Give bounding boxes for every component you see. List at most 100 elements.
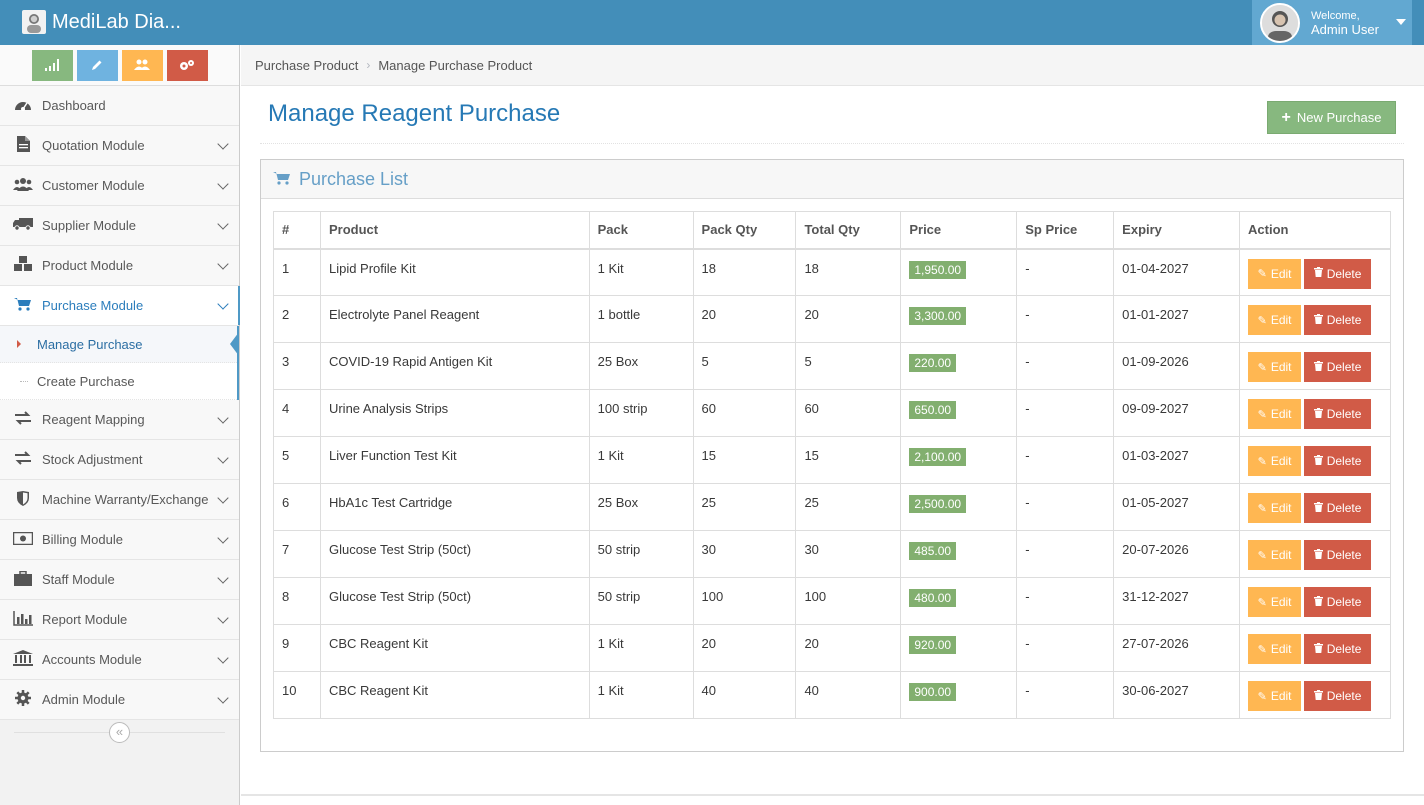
total-qty-cell: 30 xyxy=(795,530,902,578)
page-title: Manage Reagent Purchase xyxy=(268,100,561,127)
action-cell: ✎ Edit Delete xyxy=(1239,295,1391,343)
avatar xyxy=(1260,2,1300,43)
sidebar-item-supplier[interactable]: Supplier Module xyxy=(0,206,239,246)
tree-connector xyxy=(20,381,28,382)
edit-button[interactable]: ✎ Edit xyxy=(1248,352,1302,382)
column-header[interactable]: Expiry xyxy=(1113,211,1241,250)
delete-button[interactable]: Delete xyxy=(1304,587,1372,617)
row-number: 1 xyxy=(282,260,290,276)
sidebar-item-purchase[interactable]: Purchase Module xyxy=(0,286,240,326)
edit-button[interactable]: ✎ Edit xyxy=(1248,305,1302,335)
edit-button[interactable]: ✎ Edit xyxy=(1248,540,1302,570)
pack: 25 Box xyxy=(597,495,639,510)
delete-button[interactable]: Delete xyxy=(1304,352,1372,382)
edit-button[interactable]: ✎ Edit xyxy=(1248,587,1302,617)
edit-button[interactable]: ✎ Edit xyxy=(1248,258,1302,289)
edit-label: Edit xyxy=(1270,548,1292,562)
briefcase-icon xyxy=(12,570,34,589)
total-qty: 15 xyxy=(804,448,819,463)
delete-label: Delete xyxy=(1326,595,1362,609)
total-qty: 30 xyxy=(804,542,819,557)
trash-icon xyxy=(1313,407,1323,421)
delete-button[interactable]: Delete xyxy=(1304,399,1372,429)
sp-price: - xyxy=(1025,260,1030,276)
sp-price-cell: - xyxy=(1016,624,1115,672)
sidebar-item-label: Stock Adjustment xyxy=(42,452,143,467)
action-cell: ✎ Edit Delete xyxy=(1239,389,1391,437)
column-header[interactable]: Sp Price xyxy=(1016,211,1115,250)
total-qty-cell: 60 xyxy=(795,389,902,437)
new-purchase-button[interactable]: + New Purchase xyxy=(1267,101,1396,134)
sidebar-item-product[interactable]: Product Module xyxy=(0,246,239,286)
delete-button[interactable]: Delete xyxy=(1304,634,1372,664)
table-row: 7 Glucose Test Strip (50ct) 50 strip 30 30 48… xyxy=(273,530,1391,578)
sidebar-item-dashboard[interactable]: Dashboard xyxy=(0,86,239,126)
sidebar-item-report[interactable]: Report Module xyxy=(0,600,239,640)
shortcut-pencil-button[interactable] xyxy=(76,49,118,81)
expiry-date-cell: 30-06-2027 xyxy=(1113,671,1241,719)
sidebar-item-label: Quotation Module xyxy=(42,138,145,153)
submenu-item-manage-purchase[interactable]: Manage Purchase xyxy=(0,326,239,363)
table-row: 6 HbA1c Test Cartridge 25 Box 25 25 2,500.00 -… xyxy=(273,483,1391,531)
sidebar-item-billing[interactable]: Billing Module xyxy=(0,520,239,560)
submenu-item-create-purchase[interactable]: Create Purchase xyxy=(0,363,237,400)
pack: 1 bottle xyxy=(597,307,641,322)
sidebar-item-machine-warranty[interactable]: Machine Warranty/Exchange xyxy=(0,480,239,520)
edit-label: Edit xyxy=(1270,407,1292,421)
pencil-icon xyxy=(92,60,102,70)
pack-qty-cell: 5 xyxy=(692,342,797,390)
edit-button[interactable]: ✎ Edit xyxy=(1248,681,1302,711)
delete-button[interactable]: Delete xyxy=(1304,258,1372,289)
column-header[interactable]: # xyxy=(273,211,321,250)
purchase-table: # Product Pack Pack Qty Total Qty Price … xyxy=(273,211,1391,719)
sidebar-item-stock-adjustment[interactable]: Stock Adjustment xyxy=(0,440,239,480)
row-number: 9 xyxy=(282,636,290,651)
product-name-cell: CBC Reagent Kit xyxy=(319,671,590,719)
brand[interactable]: MediLab Dia... xyxy=(22,10,181,34)
pencil-icon: ✎ xyxy=(1257,408,1267,421)
price: 485.00 xyxy=(909,542,957,560)
breadcrumb-parent[interactable]: Purchase Product xyxy=(255,58,358,73)
edit-button[interactable]: ✎ Edit xyxy=(1248,634,1302,664)
price-cell: 1,950.00 xyxy=(900,248,1018,296)
delete-button[interactable]: Delete xyxy=(1304,305,1372,335)
delete-button[interactable]: Delete xyxy=(1304,681,1372,711)
sidebar-item-admin[interactable]: Admin Module xyxy=(0,680,239,720)
sidebar-item-staff[interactable]: Staff Module xyxy=(0,560,239,600)
table-row: 3 COVID-19 Rapid Antigen Kit 25 Box 5 5 220.0… xyxy=(273,342,1391,390)
pack-cell: 50 strip xyxy=(588,577,694,625)
sidebar-item-customer[interactable]: Customer Module xyxy=(0,166,239,206)
trash-icon xyxy=(1313,501,1323,515)
pencil-icon: ✎ xyxy=(1257,314,1267,327)
user-menu[interactable]: Welcome, Admin User xyxy=(1252,0,1412,45)
edit-button[interactable]: ✎ Edit xyxy=(1248,446,1302,476)
edit-button[interactable]: ✎ Edit xyxy=(1248,493,1302,523)
shortcut-cogs-button[interactable] xyxy=(166,49,208,81)
pencil-icon: ✎ xyxy=(1257,268,1267,280)
expiry-date-cell: 01-04-2027 xyxy=(1113,248,1241,296)
column-header[interactable]: Pack Qty xyxy=(692,211,797,250)
column-header[interactable]: Total Qty xyxy=(795,211,902,250)
delete-button[interactable]: Delete xyxy=(1304,493,1372,523)
sp-price-cell: - xyxy=(1016,530,1115,578)
sidebar-item-reagent-mapping[interactable]: Reagent Mapping xyxy=(0,400,239,440)
shortcut-users-button[interactable] xyxy=(121,49,163,81)
pencil-icon: ✎ xyxy=(1257,455,1267,468)
delete-label: Delete xyxy=(1326,501,1362,515)
shortcut-signal-button[interactable] xyxy=(31,49,73,81)
price-cell: 485.00 xyxy=(900,530,1018,578)
price: 480.00 xyxy=(909,589,957,607)
column-header[interactable]: Pack xyxy=(588,211,694,250)
column-header[interactable]: Price xyxy=(900,211,1018,250)
sidebar-item-accounts[interactable]: Accounts Module xyxy=(0,640,239,680)
chevron-down-icon xyxy=(217,452,229,464)
delete-button[interactable]: Delete xyxy=(1304,540,1372,570)
column-header[interactable]: Product xyxy=(319,211,590,250)
double-chevron-left-icon[interactable]: « xyxy=(109,722,130,743)
sidebar-item-quotation[interactable]: Quotation Module xyxy=(0,126,239,166)
total-qty: 40 xyxy=(804,683,819,698)
delete-button[interactable]: Delete xyxy=(1304,446,1372,476)
edit-button[interactable]: ✎ Edit xyxy=(1248,399,1302,429)
pack-qty: 20 xyxy=(701,307,717,322)
sp-price: - xyxy=(1025,307,1030,322)
